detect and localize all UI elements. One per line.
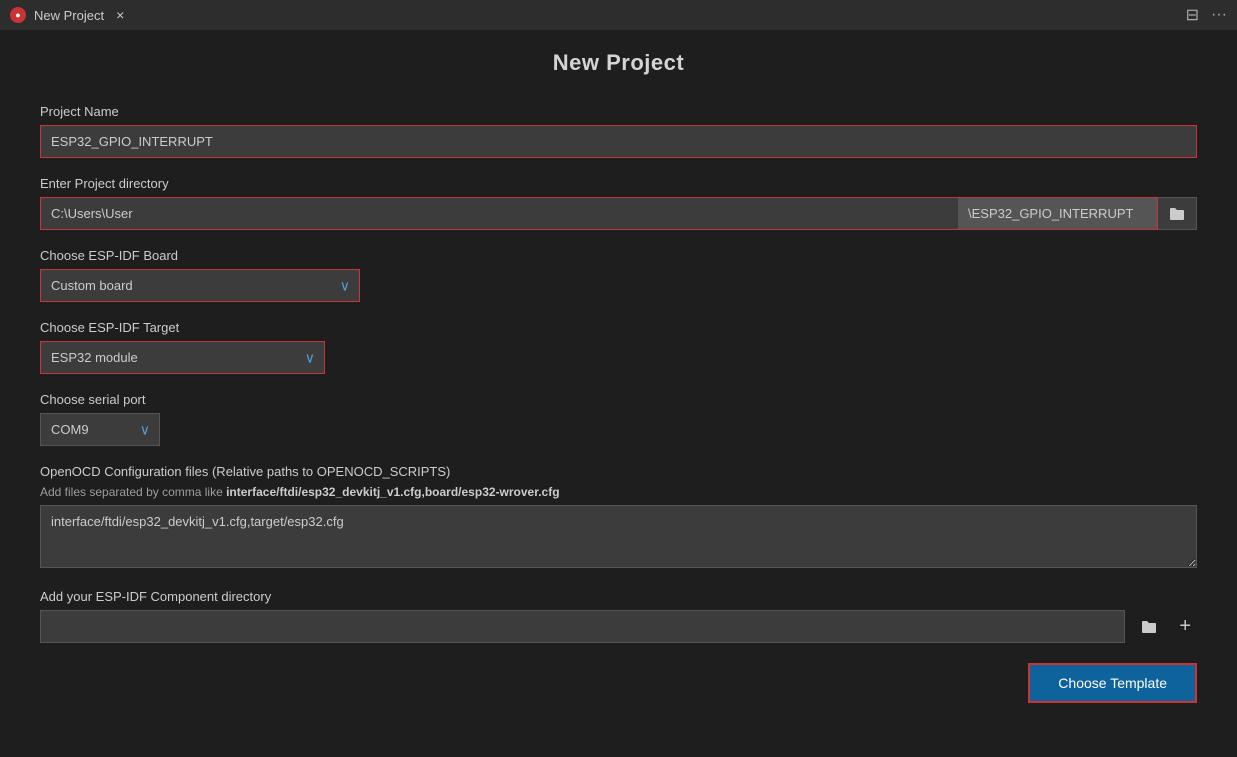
board-label: Choose ESP-IDF Board xyxy=(40,248,1197,263)
serial-select-wrapper: COM9 COM1 COM3 COM4 ∨ xyxy=(40,413,160,446)
tab-close-button[interactable]: × xyxy=(112,7,128,23)
component-dir-section: Add your ESP-IDF Component directory + xyxy=(40,589,1197,643)
target-select-wrapper: ESP32 module ESP32-S2 ESP32-C3 ESP32-S3 … xyxy=(40,341,325,374)
openocd-textarea[interactable]: interface/ftdi/esp32_devkitj_v1.cfg,targ… xyxy=(40,505,1197,568)
target-select[interactable]: ESP32 module ESP32-S2 ESP32-C3 ESP32-S3 xyxy=(40,341,325,374)
footer: Choose Template xyxy=(40,663,1197,723)
component-dir-row: + xyxy=(40,610,1197,643)
component-dir-add-button[interactable]: + xyxy=(1173,611,1197,642)
project-name-input[interactable] xyxy=(40,125,1197,158)
folder-browse-icon xyxy=(1139,617,1159,637)
board-select-wrapper: Custom board ESP32-DevKitC ESP32-WROVER-… xyxy=(40,269,360,302)
serial-port-label: Choose serial port xyxy=(40,392,1197,407)
choose-template-button[interactable]: Choose Template xyxy=(1028,663,1197,703)
openocd-section: OpenOCD Configuration files (Relative pa… xyxy=(40,464,1197,571)
title-bar-left: ● New Project × xyxy=(10,7,128,23)
openocd-hint-bold: interface/ftdi/esp32_devkitj_v1.cfg,boar… xyxy=(226,485,559,499)
main-content: New Project Project Name Enter Project d… xyxy=(0,30,1237,757)
target-section: Choose ESP-IDF Target ESP32 module ESP32… xyxy=(40,320,1197,374)
project-directory-label: Enter Project directory xyxy=(40,176,1197,191)
target-label: Choose ESP-IDF Target xyxy=(40,320,1197,335)
folder-icon xyxy=(1168,205,1186,223)
openocd-label: OpenOCD Configuration files (Relative pa… xyxy=(40,464,1197,479)
project-name-section: Project Name xyxy=(40,104,1197,158)
app-icon: ● xyxy=(10,7,26,23)
project-directory-section: Enter Project directory \ESP32_GPIO_INTE… xyxy=(40,176,1197,230)
more-actions-icon[interactable]: ··· xyxy=(1211,6,1227,24)
directory-browse-button[interactable] xyxy=(1158,197,1197,230)
page-title: New Project xyxy=(40,50,1197,76)
openocd-hint: Add files separated by comma like interf… xyxy=(40,485,1197,499)
directory-base-input[interactable] xyxy=(40,197,958,230)
board-section: Choose ESP-IDF Board Custom board ESP32-… xyxy=(40,248,1197,302)
plus-icon: + xyxy=(1179,615,1191,638)
tab-label: New Project xyxy=(34,8,104,23)
component-dir-label: Add your ESP-IDF Component directory xyxy=(40,589,1197,604)
component-dir-browse-button[interactable] xyxy=(1133,613,1165,641)
directory-row: \ESP32_GPIO_INTERRUPT xyxy=(40,197,1197,230)
serial-port-section: Choose serial port COM9 COM1 COM3 COM4 ∨ xyxy=(40,392,1197,446)
directory-suffix: \ESP32_GPIO_INTERRUPT xyxy=(958,197,1158,230)
serial-port-select[interactable]: COM9 COM1 COM3 COM4 xyxy=(40,413,160,446)
openocd-hint-text: Add files separated by comma like xyxy=(40,485,226,499)
split-editor-icon[interactable]: ⊟ xyxy=(1186,5,1199,25)
title-bar-actions: ⊟ ··· xyxy=(1186,5,1227,25)
project-name-label: Project Name xyxy=(40,104,1197,119)
title-bar: ● New Project × ⊟ ··· xyxy=(0,0,1237,30)
component-dir-input[interactable] xyxy=(40,610,1125,643)
board-select[interactable]: Custom board ESP32-DevKitC ESP32-WROVER-… xyxy=(40,269,360,302)
